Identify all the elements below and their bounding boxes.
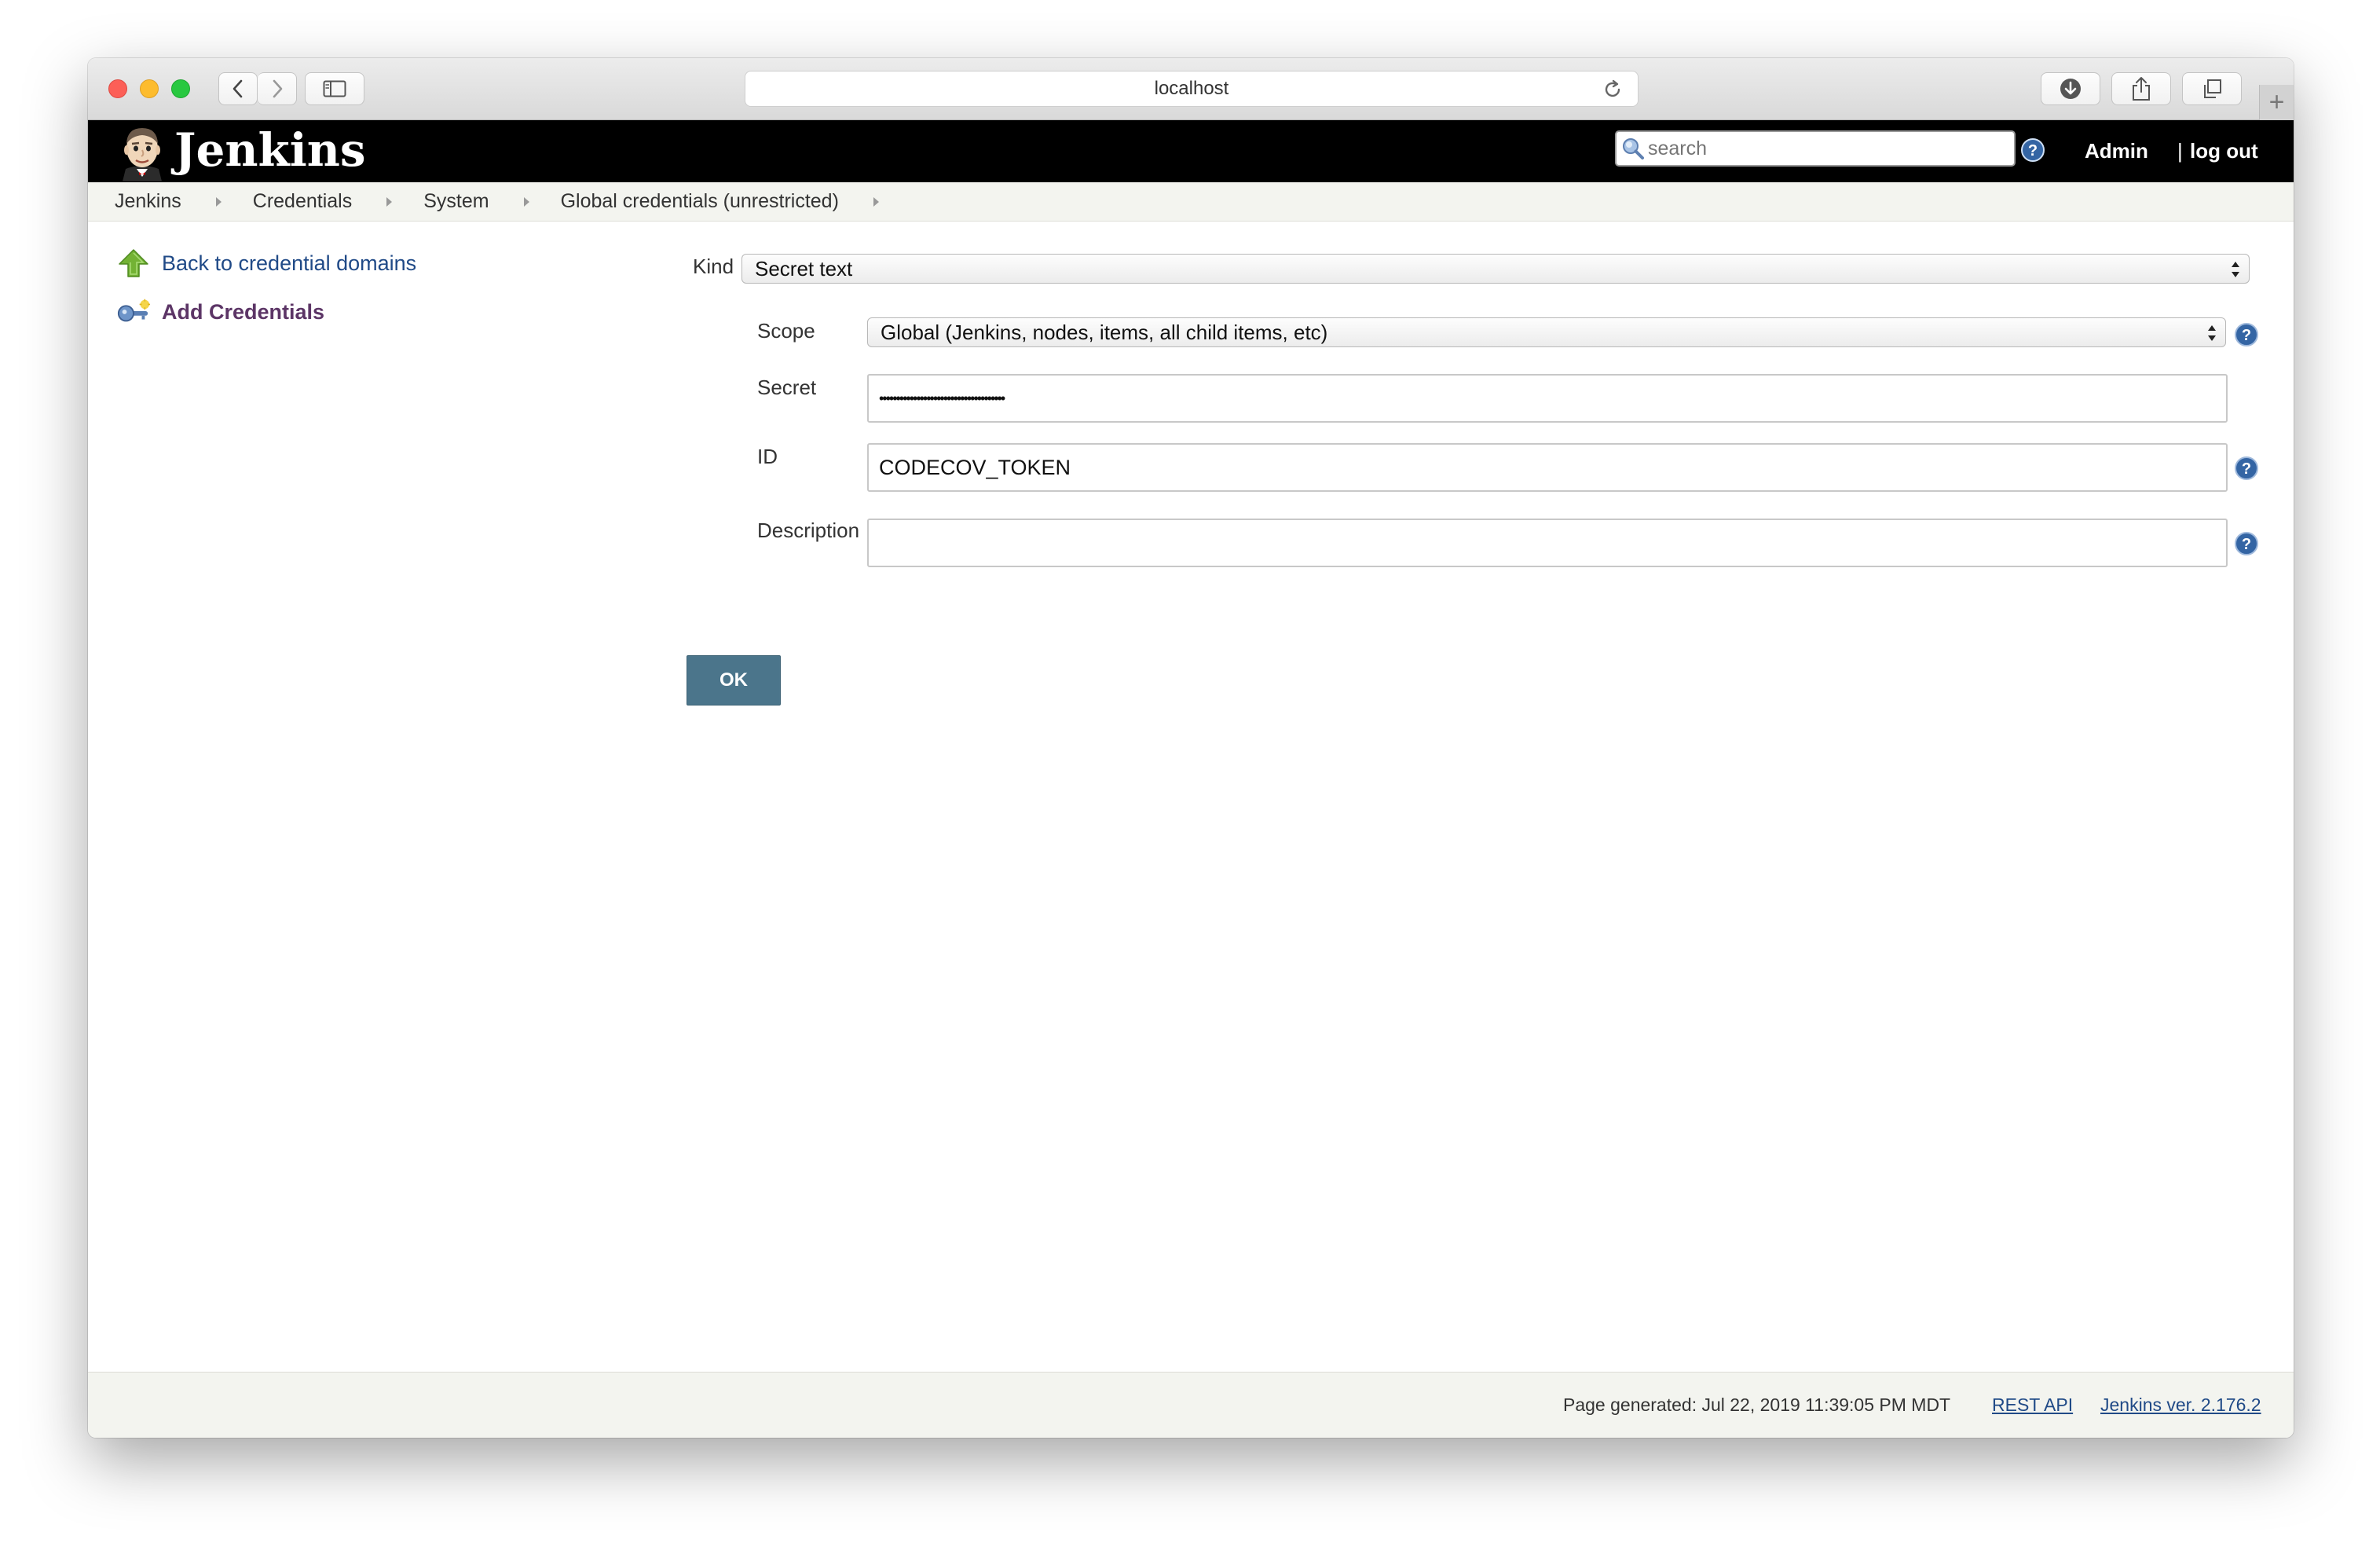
- chevron-left-icon: [233, 79, 243, 98]
- breadcrumb-label[interactable]: System: [423, 190, 489, 213]
- minimize-window-button[interactable]: [140, 79, 159, 98]
- logout-link[interactable]: log out: [2190, 139, 2258, 163]
- forward-button[interactable]: [258, 72, 297, 105]
- scope-help-icon[interactable]: ?: [2234, 322, 2259, 347]
- secret-field[interactable]: •••••••••••••••••••••••••••••••••••••: [867, 374, 2228, 423]
- tabs-overview-button[interactable]: [2182, 72, 2242, 105]
- browser-toolbar: localhost +: [88, 58, 2294, 120]
- jenkins-logo-text[interactable]: Jenkins: [174, 123, 366, 177]
- kind-select[interactable]: Secret text: [741, 254, 2250, 284]
- id-field-value: CODECOV_TOKEN: [879, 455, 1071, 479]
- jenkins-butler-logo-icon[interactable]: [116, 125, 168, 181]
- scope-select-value: Global (Jenkins, nodes, items, all child…: [881, 320, 1328, 344]
- user-link[interactable]: Admin: [2085, 139, 2148, 163]
- select-arrows-icon: [2232, 262, 2239, 277]
- chevron-right-icon: [273, 79, 282, 98]
- add-credentials-label[interactable]: Add Credentials: [162, 300, 324, 324]
- jenkins-version-link[interactable]: Jenkins ver. 2.176.2: [2100, 1395, 2261, 1416]
- sidebar-toggle-button[interactable]: [305, 72, 364, 105]
- id-help-icon[interactable]: ?: [2234, 456, 2259, 481]
- breadcrumb-item-global-credentials[interactable]: Global credentials (unrestricted): [561, 190, 910, 213]
- desktop: localhost + Jenkins search ? Admin | log…: [0, 0, 2380, 1554]
- kind-select-value: Secret text: [755, 256, 853, 280]
- plus-icon: +: [2268, 87, 2285, 117]
- help-icon[interactable]: ?: [2020, 137, 2045, 163]
- breadcrumb-item-jenkins[interactable]: Jenkins: [115, 190, 253, 213]
- breadcrumb-label[interactable]: Jenkins: [115, 190, 181, 213]
- id-label: ID: [757, 445, 778, 468]
- close-window-button[interactable]: [108, 79, 127, 98]
- breadcrumb-item-system[interactable]: System: [423, 190, 560, 213]
- description-field[interactable]: [867, 519, 2228, 567]
- tabs-icon: [2204, 79, 2221, 98]
- header-separator: |: [2177, 139, 2183, 163]
- secret-field-value: •••••••••••••••••••••••••••••••••••••: [879, 390, 1005, 406]
- search-box[interactable]: [1615, 130, 2016, 167]
- kind-label: Kind: [693, 255, 734, 278]
- svg-text:?: ?: [2242, 536, 2251, 553]
- search-icon: [1623, 138, 1644, 159]
- share-icon: [2133, 77, 2150, 101]
- svg-text:?: ?: [2028, 142, 2038, 159]
- id-field[interactable]: CODECOV_TOKEN: [867, 443, 2228, 492]
- select-arrows-icon: [2208, 325, 2216, 341]
- breadcrumb-item-credentials[interactable]: Credentials: [253, 190, 423, 213]
- scope-label: Scope: [757, 319, 815, 343]
- description-help-icon[interactable]: ?: [2234, 531, 2259, 556]
- add-credentials-link[interactable]: Add Credentials: [116, 299, 324, 325]
- zoom-window-button[interactable]: [171, 79, 190, 98]
- breadcrumb-arrow-icon[interactable]: [386, 196, 393, 207]
- back-link-label[interactable]: Back to credential domains: [162, 251, 416, 276]
- breadcrumb-arrow-icon[interactable]: [523, 196, 529, 207]
- jenkins-header: Jenkins ? Admin | log out: [88, 120, 2294, 182]
- footer: Page generated: Jul 22, 2019 11:39:05 PM…: [88, 1372, 2294, 1438]
- up-arrow-icon: [116, 248, 151, 278]
- breadcrumb-label[interactable]: Credentials: [253, 190, 352, 213]
- breadcrumb: Jenkins Credentials System Global creden…: [88, 182, 2294, 222]
- sidebar-icon: [323, 80, 346, 97]
- description-label: Description: [757, 519, 860, 542]
- address-bar[interactable]: localhost: [745, 71, 1639, 107]
- download-icon: [2060, 79, 2081, 99]
- url-text: localhost: [1154, 78, 1229, 99]
- breadcrumb-arrow-icon[interactable]: [873, 196, 879, 207]
- svg-text:?: ?: [2242, 327, 2251, 344]
- secret-label: Secret: [757, 376, 817, 399]
- search-input[interactable]: [1648, 137, 2009, 160]
- reload-icon[interactable]: [1602, 79, 1624, 101]
- breadcrumb-label[interactable]: Global credentials (unrestricted): [561, 190, 839, 213]
- back-button[interactable]: [218, 72, 258, 105]
- scope-select[interactable]: Global (Jenkins, nodes, items, all child…: [867, 317, 2226, 347]
- rest-api-link[interactable]: REST API: [1992, 1395, 2073, 1416]
- browser-window: localhost + Jenkins search ? Admin | log…: [88, 58, 2294, 1438]
- ok-button[interactable]: OK: [687, 655, 781, 706]
- new-tab-button[interactable]: +: [2259, 85, 2294, 120]
- key-icon: [116, 299, 151, 325]
- downloads-button[interactable]: [2041, 72, 2100, 105]
- page-generated-text: Page generated: Jul 22, 2019 11:39:05 PM…: [1563, 1395, 1951, 1415]
- share-button[interactable]: [2111, 72, 2171, 105]
- back-to-credential-domains-link[interactable]: Back to credential domains: [116, 248, 416, 278]
- breadcrumb-arrow-icon[interactable]: [215, 196, 222, 207]
- svg-text:?: ?: [2242, 460, 2251, 478]
